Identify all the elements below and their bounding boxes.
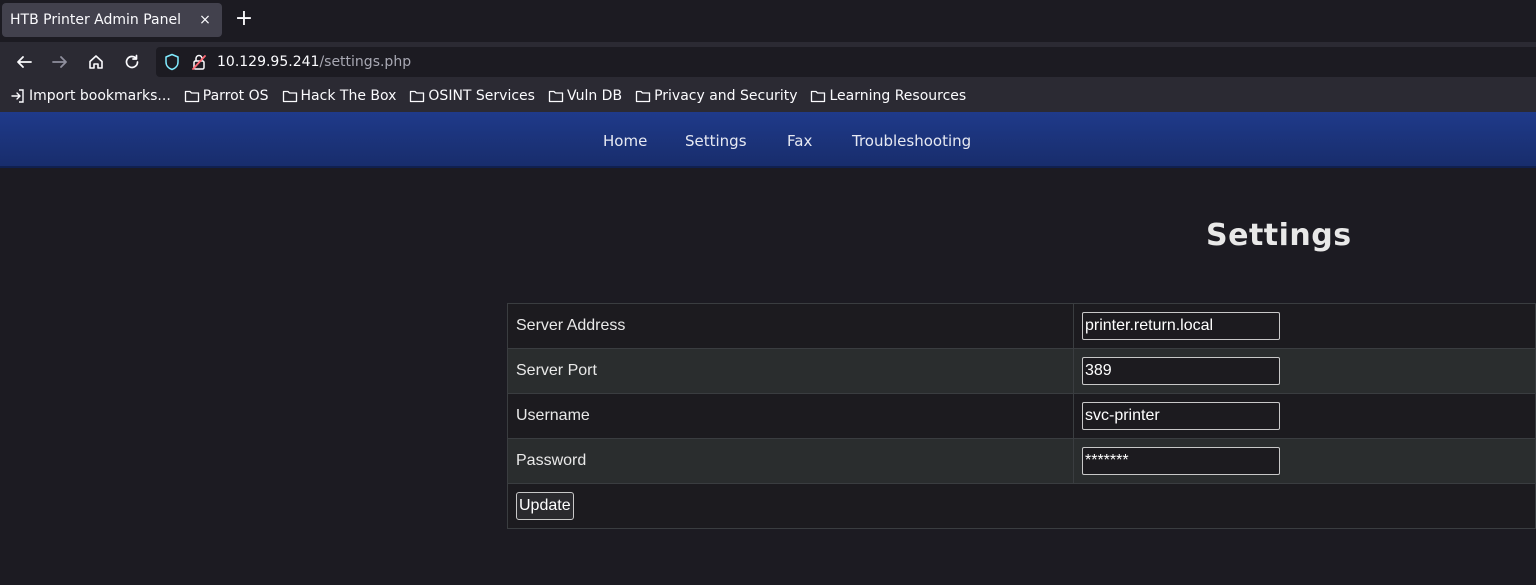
bookmark-privacy-and-security[interactable]: Privacy and Security [635, 88, 797, 104]
folder-icon [548, 90, 564, 103]
bookmark-label: Privacy and Security [654, 88, 798, 104]
server-address-cell [1073, 303, 1536, 349]
password-label: Password [507, 438, 1074, 484]
nav-link-troubleshooting[interactable]: Troubleshooting [852, 132, 971, 150]
bookmarks-toolbar: Import bookmarks... Parrot OS Hack The B… [0, 80, 1536, 112]
nav-link-settings[interactable]: Settings [685, 132, 747, 150]
bookmark-label: Import bookmarks... [29, 88, 171, 104]
server-port-cell [1073, 348, 1536, 394]
bookmark-vuln-db[interactable]: Vuln DB [548, 88, 622, 104]
nav-link-home[interactable]: Home [603, 132, 647, 150]
table-row: Server Address [507, 303, 1536, 349]
bookmark-hack-the-box[interactable]: Hack The Box [282, 88, 397, 104]
page-title: Settings [1206, 218, 1352, 253]
table-row: Password [507, 438, 1536, 484]
back-arrow-icon[interactable] [12, 50, 36, 74]
folder-icon [635, 90, 651, 103]
site-header [0, 112, 1536, 168]
close-tab-icon[interactable]: × [196, 10, 214, 30]
shield-icon[interactable] [160, 50, 184, 74]
update-button[interactable]: Update [516, 492, 574, 520]
username-cell [1073, 393, 1536, 439]
server-address-label: Server Address [507, 303, 1074, 349]
bookmark-osint-services[interactable]: OSINT Services [409, 88, 535, 104]
reload-icon[interactable] [120, 50, 144, 74]
password-input[interactable] [1082, 447, 1280, 475]
tab-strip: HTB Printer Admin Panel × + [0, 0, 1536, 42]
bookmark-label: Parrot OS [202, 88, 269, 104]
username-input[interactable] [1082, 402, 1280, 430]
folder-icon [184, 90, 199, 103]
table-row: Server Port [507, 348, 1536, 394]
bookmark-parrot-os[interactable]: Parrot OS [184, 88, 269, 104]
folder-icon [282, 90, 297, 103]
url-host: 10.129.95.241 [217, 54, 320, 70]
browser-tab[interactable]: HTB Printer Admin Panel × [2, 3, 222, 37]
bookmark-label: Learning Resources [829, 88, 967, 104]
server-port-input[interactable] [1082, 357, 1280, 385]
username-label: Username [507, 393, 1074, 439]
server-address-input[interactable] [1082, 312, 1280, 340]
url-path: /settings.php [319, 54, 412, 70]
bookmark-label: OSINT Services [428, 88, 535, 104]
home-icon[interactable] [84, 50, 108, 74]
nav-link-fax[interactable]: Fax [787, 132, 812, 150]
new-tab-icon[interactable]: + [234, 8, 254, 32]
url-text[interactable]: 10.129.95.241/settings.php [217, 53, 411, 71]
server-port-label: Server Port [507, 348, 1074, 394]
table-row: Update [507, 483, 1536, 529]
bookmark-import[interactable]: Import bookmarks... [10, 88, 171, 104]
bookmark-label: Hack The Box [300, 88, 397, 104]
bookmark-learning-resources[interactable]: Learning Resources [810, 88, 966, 104]
password-cell [1073, 438, 1536, 484]
forward-arrow-icon[interactable] [48, 50, 72, 74]
bookmark-label: Vuln DB [566, 88, 623, 104]
folder-icon [410, 90, 425, 103]
settings-form: Server Address Server Port Username Pass… [507, 303, 1536, 529]
tab-title: HTB Printer Admin Panel [10, 12, 181, 28]
update-cell: Update [507, 483, 1536, 529]
folder-icon [811, 90, 826, 103]
insecure-lock-icon[interactable] [187, 50, 211, 74]
import-icon [11, 89, 24, 103]
table-row: Username [507, 393, 1536, 439]
